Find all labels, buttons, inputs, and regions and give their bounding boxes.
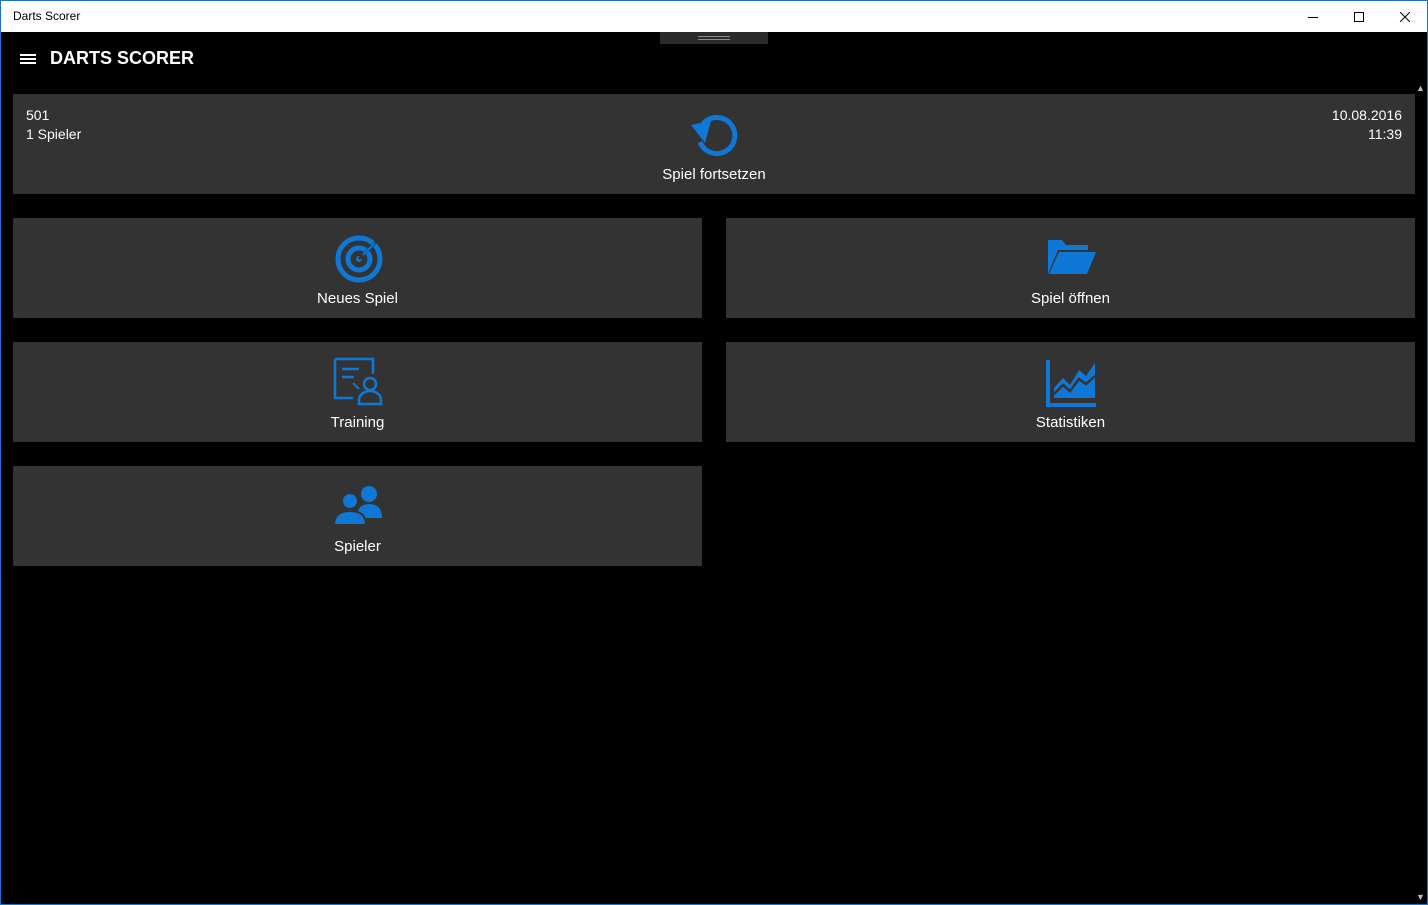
resume-game-info: 501 1 Spieler [26, 106, 81, 144]
resume-timestamp: 10.08.2016 11:39 [1332, 106, 1402, 144]
open-game-tile[interactable]: Spiel öffnen [726, 218, 1415, 318]
tile-label: Spieler [334, 538, 381, 555]
resume-player-count: 1 Spieler [26, 126, 82, 142]
title-bar[interactable]: Darts Scorer [1, 1, 1427, 32]
new-game-tile[interactable]: Neues Spiel [13, 218, 702, 318]
training-icon [333, 357, 383, 406]
resume-date: 10.08.2016 [1331, 107, 1402, 123]
players-tile[interactable]: Spieler [13, 466, 702, 566]
target-icon [335, 235, 383, 283]
app-title: DARTS SCORER [50, 48, 195, 68]
window-title: Darts Scorer [13, 9, 81, 23]
resume-game-type: 501 [26, 107, 50, 123]
resume-time: 11:39 [1368, 126, 1402, 142]
resume-game-label: Spiel fortsetzen [662, 166, 766, 183]
resume-game-tile[interactable]: 501 1 Spieler 10.08.2016 11:39 Spiel for… [13, 94, 1415, 194]
maximize-icon [1354, 11, 1364, 22]
vertical-scrollbar[interactable]: ▲ ▼ [1414, 81, 1427, 904]
tile-label: Neues Spiel [317, 290, 398, 307]
maximize-button[interactable] [1336, 1, 1382, 32]
grip-icon [698, 36, 730, 37]
training-tile[interactable]: Training [13, 342, 702, 442]
app-window: Darts Scorer DARTS SCORER 501 1 Spieler … [0, 0, 1428, 905]
chart-icon [1046, 360, 1096, 407]
tile-label: Spiel öffnen [1031, 290, 1110, 307]
scroll-up-icon[interactable]: ▲ [1416, 83, 1425, 93]
minimize-icon [1308, 16, 1318, 18]
close-button[interactable] [1382, 1, 1427, 32]
tile-label: Training [330, 414, 385, 431]
folder-open-icon [1048, 240, 1096, 274]
statistics-tile[interactable]: Statistiken [726, 342, 1415, 442]
tile-label: Statistiken [1035, 414, 1106, 431]
close-icon [1400, 11, 1410, 22]
scroll-down-icon[interactable]: ▼ [1416, 892, 1425, 902]
refresh-icon [691, 115, 738, 157]
minimize-button[interactable] [1290, 1, 1336, 32]
hamburger-menu-button[interactable] [20, 53, 36, 65]
players-icon [333, 486, 382, 526]
drag-handle[interactable] [660, 32, 768, 44]
